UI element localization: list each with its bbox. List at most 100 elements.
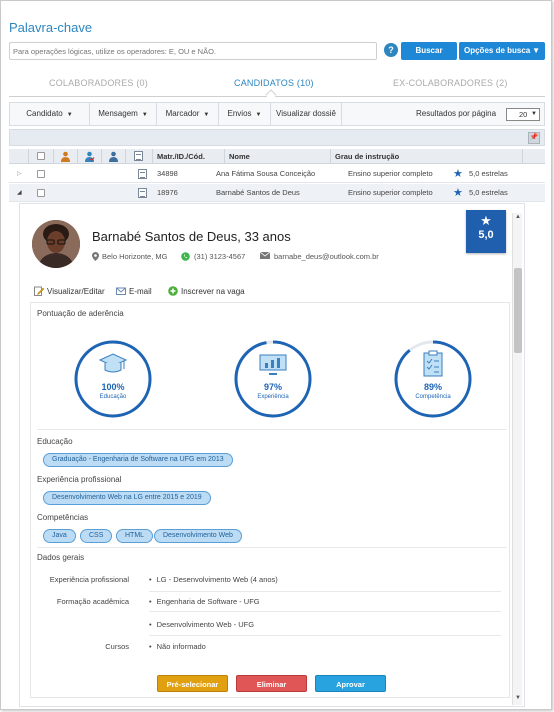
divider <box>37 547 507 548</box>
tab-candidatos[interactable]: CANDIDATOS (10) <box>234 78 314 88</box>
approve-button[interactable]: Aprovar <box>315 675 386 692</box>
formation-label: Formação acadêmica <box>56 597 129 606</box>
checklist-icon <box>423 350 443 377</box>
whatsapp-icon <box>181 252 190 263</box>
formation-value: Engenharia de Software - UFG <box>149 597 260 606</box>
email-action[interactable]: E-mail <box>116 286 152 296</box>
preselect-button[interactable]: Pré-selecionar <box>157 675 228 692</box>
experience-value: LG - Desenvolvimento Web (4 anos) <box>149 575 278 584</box>
enroll-job-label: Inscrever na vaga <box>181 287 245 296</box>
experience-gauge: 97% Experiência <box>233 339 313 419</box>
view-edit-action[interactable]: Visualizar/Editar <box>34 286 105 296</box>
chevron-down-icon: ▼ <box>203 112 210 118</box>
scroll-down-icon[interactable]: ▼ <box>514 695 522 701</box>
pin-icon[interactable]: 📌 <box>528 132 540 144</box>
table-row-selected[interactable]: ◢ 18976 Barnabé Santos de Deus Ensino su… <box>9 184 545 202</box>
mensagem-menu-label: Mensagem <box>98 109 138 118</box>
search-button[interactable]: Buscar <box>401 42 457 60</box>
person-status-icon <box>61 151 70 162</box>
score-value: 5,0 <box>478 229 494 241</box>
row-checkbox[interactable] <box>37 170 45 178</box>
competence-gauge: 89% Competência <box>393 339 473 419</box>
skill-tag[interactable]: Java <box>43 529 76 543</box>
skill-tag[interactable]: Desenvolvimento Web <box>154 529 242 543</box>
name-column-header[interactable]: Nome <box>225 149 331 164</box>
view-dossier-button[interactable]: Visualizar dossiê <box>271 103 342 125</box>
person-check-icon <box>85 151 95 162</box>
table-row[interactable]: ▷ 34898 Ana Fátima Sousa Conceição Ensin… <box>9 165 545 183</box>
table-header: Matr./ID./Cód. Nome Grau de instrução <box>9 149 545 164</box>
candidate-details-card: Pontuação de aderência 100% Educação 97%… <box>30 302 510 698</box>
row-checkbox[interactable] <box>37 189 45 197</box>
courses-value: Não informado <box>149 642 206 651</box>
education-column-header[interactable]: Grau de instrução <box>331 149 523 164</box>
email-action-label: E-mail <box>129 287 152 296</box>
skill-tag[interactable]: HTML <box>116 529 154 543</box>
document-icon[interactable] <box>138 169 147 179</box>
experience-tag[interactable]: Desenvolvimento Web na LG entre 2015 e 2… <box>43 491 211 505</box>
tab-colaboradores[interactable]: COLABORADORES (0) <box>49 78 148 88</box>
candidate-email: barnabe_deus@outlook.com.br <box>274 252 379 261</box>
education-gauge: 100% Educação <box>73 339 153 419</box>
chevron-down-icon: ▼ <box>531 111 537 117</box>
envelope-icon <box>116 287 126 295</box>
chevron-down-icon: ▼ <box>255 112 262 118</box>
star-icon: ★ <box>453 168 463 180</box>
education-section-title: Educação <box>37 437 73 446</box>
gauge-ring <box>74 340 152 418</box>
star-icon: ★ <box>480 213 492 228</box>
help-icon[interactable]: ? <box>384 43 398 57</box>
select-all-checkbox[interactable] <box>37 152 45 160</box>
actions-toolbar: Candidato ▼ Mensagem ▼ Marcador ▼ Envios ▼ V… <box>9 102 545 126</box>
eliminate-button[interactable]: Eliminar <box>236 675 307 692</box>
document-column-header <box>126 149 153 164</box>
expand-column-header <box>9 149 29 164</box>
candidato-menu-label: Candidato <box>26 109 63 118</box>
person-badge-icon <box>109 151 118 162</box>
skill-tag[interactable]: CSS <box>80 529 113 543</box>
collapse-arrow-icon[interactable]: ◢ <box>17 184 22 202</box>
keyword-title: Palavra-chave <box>9 20 93 35</box>
divider <box>149 635 501 636</box>
row-id: 34898 <box>157 169 178 178</box>
candidato-menu[interactable]: Candidato ▼ <box>10 103 90 125</box>
marcador-menu[interactable]: Marcador ▼ <box>157 103 219 125</box>
tab-ex-colaboradores[interactable]: EX-COLABORADORES (2) <box>393 78 508 88</box>
id-column-header[interactable]: Matr./ID./Cód. <box>153 149 225 164</box>
divider <box>149 591 501 592</box>
skills-section-title: Competências <box>37 513 89 522</box>
results-per-page-select[interactable]: 20 ▼ <box>506 108 540 121</box>
search-options-button[interactable]: Opções de busca ▼ <box>459 42 545 60</box>
enroll-job-action[interactable]: Inscrever na vaga <box>168 286 245 296</box>
score-badge: ★ 5,0 <box>466 210 506 253</box>
document-icon <box>134 151 143 161</box>
results-per-page-label: Resultados por página <box>416 109 497 118</box>
scroll-thumb[interactable] <box>514 268 522 353</box>
table-options-bar: 📌 <box>9 129 545 146</box>
plus-circle-icon <box>168 286 178 296</box>
status-column-header-2 <box>78 149 102 164</box>
row-id: 18976 <box>157 188 178 197</box>
mensagem-menu[interactable]: Mensagem ▼ <box>90 103 157 125</box>
edit-icon <box>34 286 44 296</box>
status-column-header-3 <box>102 149 126 164</box>
scroll-up-icon[interactable]: ▲ <box>514 214 522 220</box>
envios-menu[interactable]: Envios ▼ <box>219 103 271 125</box>
detail-scrollbar[interactable]: ▲ ▼ <box>512 213 522 705</box>
expand-arrow-icon[interactable]: ▷ <box>17 165 22 183</box>
status-column-header <box>54 149 78 164</box>
avatar-image <box>32 220 80 268</box>
row-education: Ensino superior completo <box>348 188 433 197</box>
courses-label: Cursos <box>105 642 129 651</box>
chevron-down-icon: ▼ <box>66 112 73 118</box>
education-tag[interactable]: Graduação - Engenharia de Software na UF… <box>43 453 233 467</box>
keyword-search-input[interactable] <box>9 42 377 60</box>
row-name[interactable]: Ana Fátima Sousa Conceição <box>216 165 315 183</box>
row-education: Ensino superior completo <box>348 169 433 178</box>
mail-icon <box>259 251 271 261</box>
document-icon[interactable] <box>138 188 147 198</box>
candidate-detail-panel: Barnabé Santos de Deus, 33 anos Belo Hor… <box>19 203 525 707</box>
row-rating: 5,0 estrelas <box>469 188 508 197</box>
envios-menu-label: Envios <box>227 109 252 118</box>
row-name[interactable]: Barnabé Santos de Deus <box>216 184 300 202</box>
